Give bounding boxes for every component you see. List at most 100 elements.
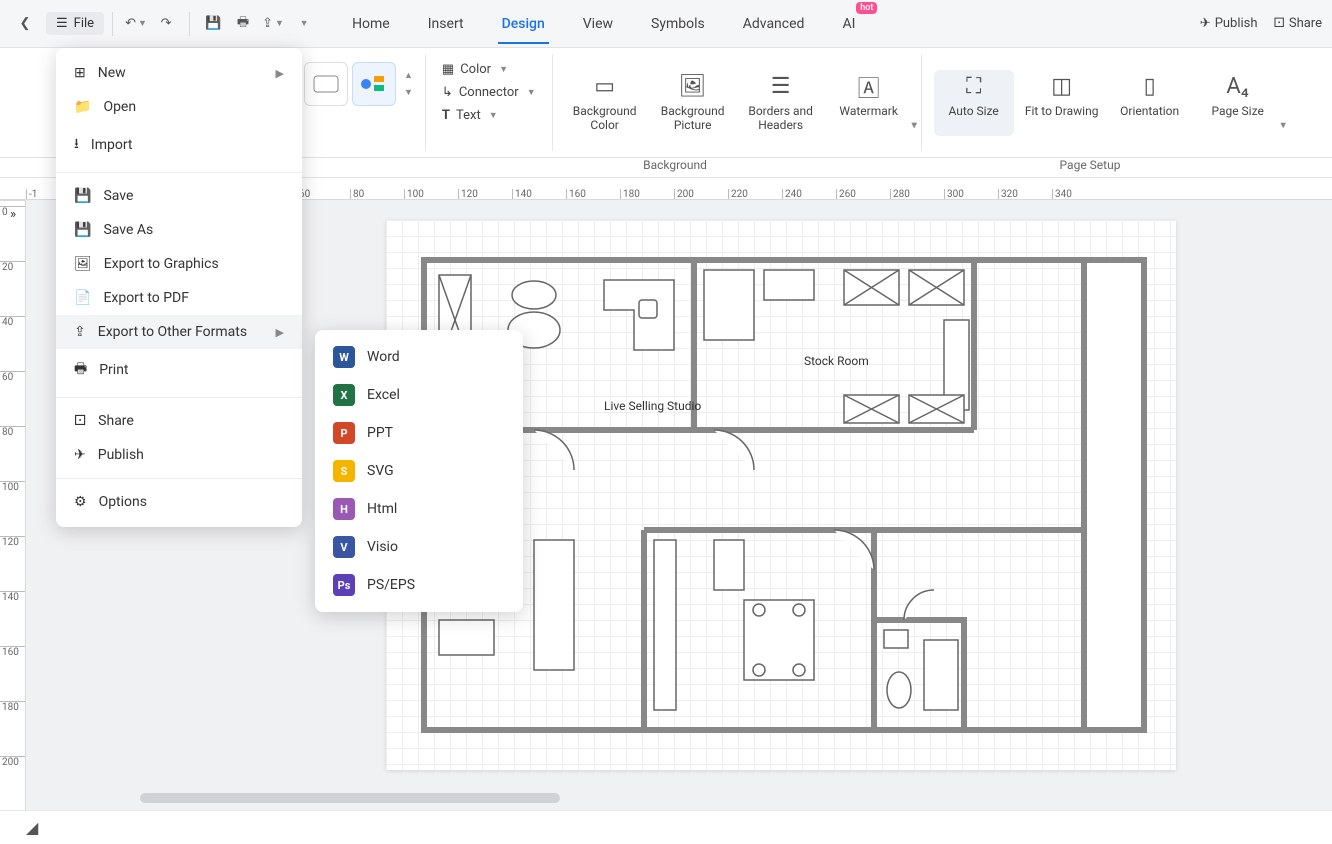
back-button[interactable]: ❮: [10, 9, 40, 39]
ruler-tick: 340: [1052, 189, 1106, 199]
publish-icon: ✈: [74, 447, 86, 463]
chevron-right-icon: ▶: [276, 326, 284, 339]
print-button[interactable]: 🖶: [228, 9, 258, 39]
export-word[interactable]: WWord: [315, 338, 523, 376]
borders-icon: ☰: [771, 74, 791, 100]
top-right-actions: ✈Publish ⚀Share: [1200, 16, 1322, 31]
tab-insert[interactable]: Insert: [424, 6, 468, 42]
menu-options[interactable]: ⚙Options: [56, 485, 302, 519]
ruler-tick: 100: [404, 189, 458, 199]
watermark-button[interactable]: 🄰Watermark▼: [829, 70, 909, 136]
text-icon: T: [442, 108, 450, 123]
pdf-icon: 📄: [74, 290, 91, 306]
gear-icon: ⚙: [74, 494, 87, 510]
menu-open[interactable]: 📁Open: [56, 90, 302, 124]
ruler-tick: 120: [458, 189, 512, 199]
color-dropdown[interactable]: ▦Color ▼: [438, 60, 540, 79]
publish-icon: ✈: [1200, 16, 1211, 31]
ruler-tick: 280: [890, 189, 944, 199]
menu-export-graphics[interactable]: 🖼Export to Graphics: [56, 247, 302, 281]
ruler-tick: 140: [512, 189, 566, 199]
sidebar-expand-button[interactable]: »: [0, 200, 26, 228]
undo-button[interactable]: ↶▼: [121, 9, 151, 39]
fit-to-drawing-button[interactable]: ◫Fit to Drawing: [1022, 70, 1102, 136]
export-icon: ⇪: [74, 324, 86, 340]
menu-new[interactable]: ⊞New▶: [56, 56, 302, 90]
menu-print[interactable]: 🖶Print: [56, 349, 302, 391]
text-dropdown[interactable]: TText ▼: [438, 106, 540, 125]
ruler-tick: 200: [0, 756, 25, 811]
file-label: File: [74, 16, 94, 31]
background-color-button[interactable]: ▭Background Color▼: [565, 70, 645, 136]
image-icon: 🖼: [74, 256, 92, 272]
ruler-tick: 300: [944, 189, 998, 199]
watermark-icon: 🄰: [858, 74, 880, 100]
connector-dropdown[interactable]: ↳Connector ▼: [438, 83, 540, 102]
ribbon-group-format: ▦Color ▼ ↳Connector ▼ TText ▼: [426, 54, 553, 151]
page-size-button[interactable]: A₄Page Size▼: [1198, 70, 1278, 136]
more-button[interactable]: ▼: [288, 9, 318, 39]
menu-export-pdf[interactable]: 📄Export to PDF: [56, 281, 302, 315]
visio-icon: V: [333, 536, 355, 558]
export-visio[interactable]: VVisio: [315, 528, 523, 566]
file-menu-button[interactable]: ☰ File: [46, 12, 104, 35]
separator: [112, 12, 113, 36]
shape-style-2[interactable]: [352, 62, 396, 106]
shape-style-1[interactable]: [304, 62, 348, 106]
file-menu: ⊞New▶ 📁Open ⭳Import 💾Save 💾Save As 🖼Expo…: [56, 48, 302, 527]
tab-advanced[interactable]: Advanced: [739, 6, 809, 42]
tab-home[interactable]: Home: [348, 6, 394, 42]
tab-symbols[interactable]: Symbols: [647, 6, 709, 42]
publish-button[interactable]: ✈Publish: [1200, 16, 1258, 31]
horizontal-scrollbar[interactable]: [130, 792, 1290, 804]
menu-import[interactable]: ⭳Import: [56, 124, 302, 166]
save-button[interactable]: 💾: [198, 9, 228, 39]
ruler-tick: 140: [0, 591, 25, 646]
export-pseps[interactable]: PsPS/EPS: [315, 566, 523, 604]
borders-headers-button[interactable]: ☰Borders and Headers▼: [741, 70, 821, 136]
fill-bucket-icon[interactable]: ◢: [26, 818, 46, 837]
ppt-icon: P: [333, 422, 355, 444]
connector-icon: ↳: [442, 85, 453, 100]
share-button[interactable]: ⚀Share: [1274, 16, 1322, 31]
menu-save-as[interactable]: 💾Save As: [56, 213, 302, 247]
orientation-icon: ▯: [1144, 74, 1156, 100]
ruler-vertical: 020406080100120140160180200: [0, 200, 26, 811]
menu-share[interactable]: ⚀Share: [56, 404, 302, 438]
export-excel[interactable]: XExcel: [315, 376, 523, 414]
share-icon: ⚀: [74, 413, 86, 429]
tab-design[interactable]: Design: [498, 6, 549, 42]
redo-button[interactable]: ↷: [151, 9, 181, 39]
background-picture-button[interactable]: 🖼Background Picture▼: [653, 70, 733, 136]
menu-publish[interactable]: ✈Publish: [56, 438, 302, 472]
scrollbar-thumb[interactable]: [140, 793, 560, 803]
ruler-tick: 80: [0, 426, 25, 481]
export-button[interactable]: ⇪▼: [258, 9, 288, 39]
word-icon: W: [333, 346, 355, 368]
ruler-tick: 240: [782, 189, 836, 199]
excel-icon: X: [333, 384, 355, 406]
ai-hot-badge: hot: [856, 2, 877, 14]
menu-save[interactable]: 💾Save: [56, 179, 302, 213]
shape-up-button[interactable]: ▲: [404, 70, 413, 81]
shape-down-button[interactable]: ▼: [404, 87, 413, 98]
ribbon-group-background: ▭Background Color▼ 🖼Background Picture▼ …: [553, 54, 922, 151]
tab-ai[interactable]: AI hot: [838, 6, 859, 42]
export-html[interactable]: HHtml: [315, 490, 523, 528]
auto-size-button[interactable]: ⛶Auto Size: [934, 70, 1014, 136]
autosize-icon: ⛶: [966, 74, 981, 100]
pagesize-icon: A₄: [1226, 74, 1248, 100]
orientation-button[interactable]: ▯Orientation▼: [1110, 70, 1190, 136]
svg-icon: S: [333, 460, 355, 482]
tab-view[interactable]: View: [579, 6, 617, 42]
export-ppt[interactable]: PPPT: [315, 414, 523, 452]
ruler-tick: 200: [674, 189, 728, 199]
ribbon-group-shapes: ▲ ▼: [290, 54, 426, 151]
ruler-tick: 60: [0, 371, 25, 426]
ruler-tick: 160: [566, 189, 620, 199]
export-svg[interactable]: SSVG: [315, 452, 523, 490]
menu-export-other[interactable]: ⇪Export to Other Formats▶: [56, 315, 302, 349]
print-icon: 🖶: [74, 358, 87, 382]
ruler-tick: 120: [0, 536, 25, 591]
ruler-tick: 180: [620, 189, 674, 199]
